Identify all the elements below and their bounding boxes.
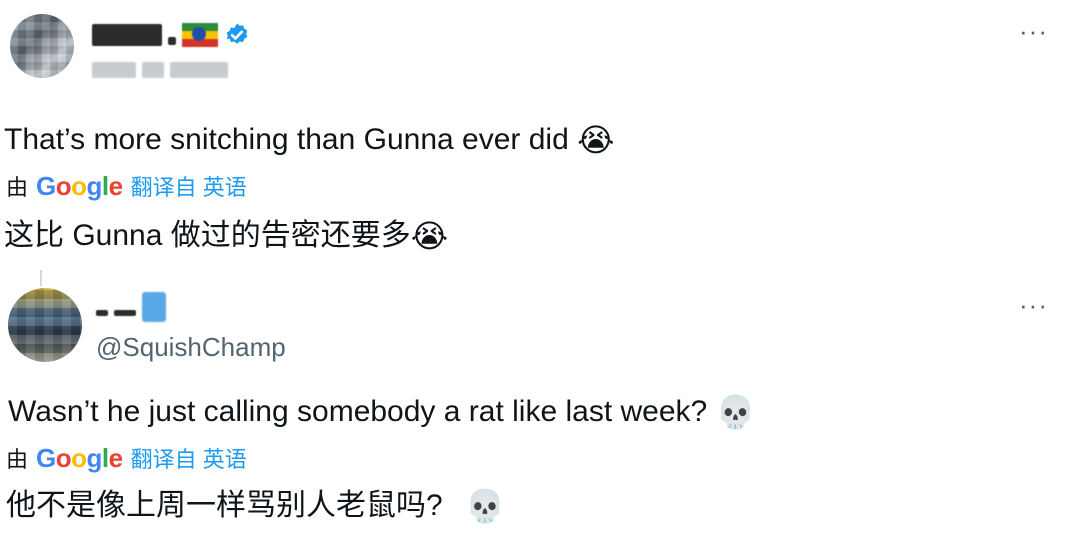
tweet-1[interactable]: ··· That’s more snitching than Gunna eve… — [0, 0, 1080, 270]
translated-by-label: 由 — [6, 447, 29, 472]
display-name-redacted — [92, 24, 162, 46]
tweet-text: Wasn’t he just calling somebody a rat li… — [8, 394, 755, 430]
google-logo: Google — [36, 443, 123, 473]
display-name[interactable] — [96, 292, 166, 322]
verified-badge-icon — [226, 23, 248, 44]
handle-redacted[interactable] — [92, 62, 228, 78]
translation-attribution: 由 Google 翻译自 英语 — [6, 170, 247, 202]
translated-text: 这比 Gunna 做过的告密还要多😭 — [4, 218, 448, 254]
avatar[interactable] — [10, 14, 74, 78]
display-name-redacted — [114, 310, 136, 316]
user-handle[interactable]: @SquishChamp — [96, 332, 286, 363]
translated-text-content: 这比 Gunna 做过的告密还要多 — [4, 219, 411, 252]
translated-from-link[interactable]: 翻译自 英语 — [131, 170, 247, 202]
display-name[interactable] — [92, 22, 250, 48]
thread-connector — [40, 270, 42, 286]
tweet-text-content: Wasn’t he just calling somebody a rat li… — [8, 395, 708, 428]
display-name-redacted — [168, 37, 176, 45]
translation-attribution: 由 Google 翻译自 英语 — [6, 442, 247, 474]
skull-icon: 💀 — [465, 488, 505, 524]
display-name-redacted — [96, 310, 108, 316]
crying-face-icon: 😭 — [577, 122, 615, 158]
tweet-2[interactable]: @SquishChamp ··· Wasn’t he just calling … — [0, 270, 1080, 546]
more-options-icon[interactable]: ··· — [1019, 18, 1048, 44]
more-options-icon[interactable]: ··· — [1019, 292, 1048, 318]
translated-by-label: 由 — [6, 175, 29, 200]
avatar[interactable] — [8, 288, 82, 362]
translated-from-link[interactable]: 翻译自 英语 — [131, 442, 247, 474]
skull-icon: 💀 — [715, 394, 756, 430]
crying-face-icon: 😭 — [410, 218, 449, 254]
translated-text: 他不是像上周一样骂别人老鼠吗? 💀 — [6, 488, 505, 524]
flag-icon — [182, 23, 218, 47]
google-logo: Google — [36, 171, 123, 201]
translated-text-content: 他不是像上周一样骂别人老鼠吗? — [6, 489, 443, 522]
tweet-text-content: That’s more snitching than Gunna ever di… — [4, 123, 569, 156]
blue-square-icon — [142, 292, 166, 322]
tweet-text: That’s more snitching than Gunna ever di… — [4, 122, 615, 158]
